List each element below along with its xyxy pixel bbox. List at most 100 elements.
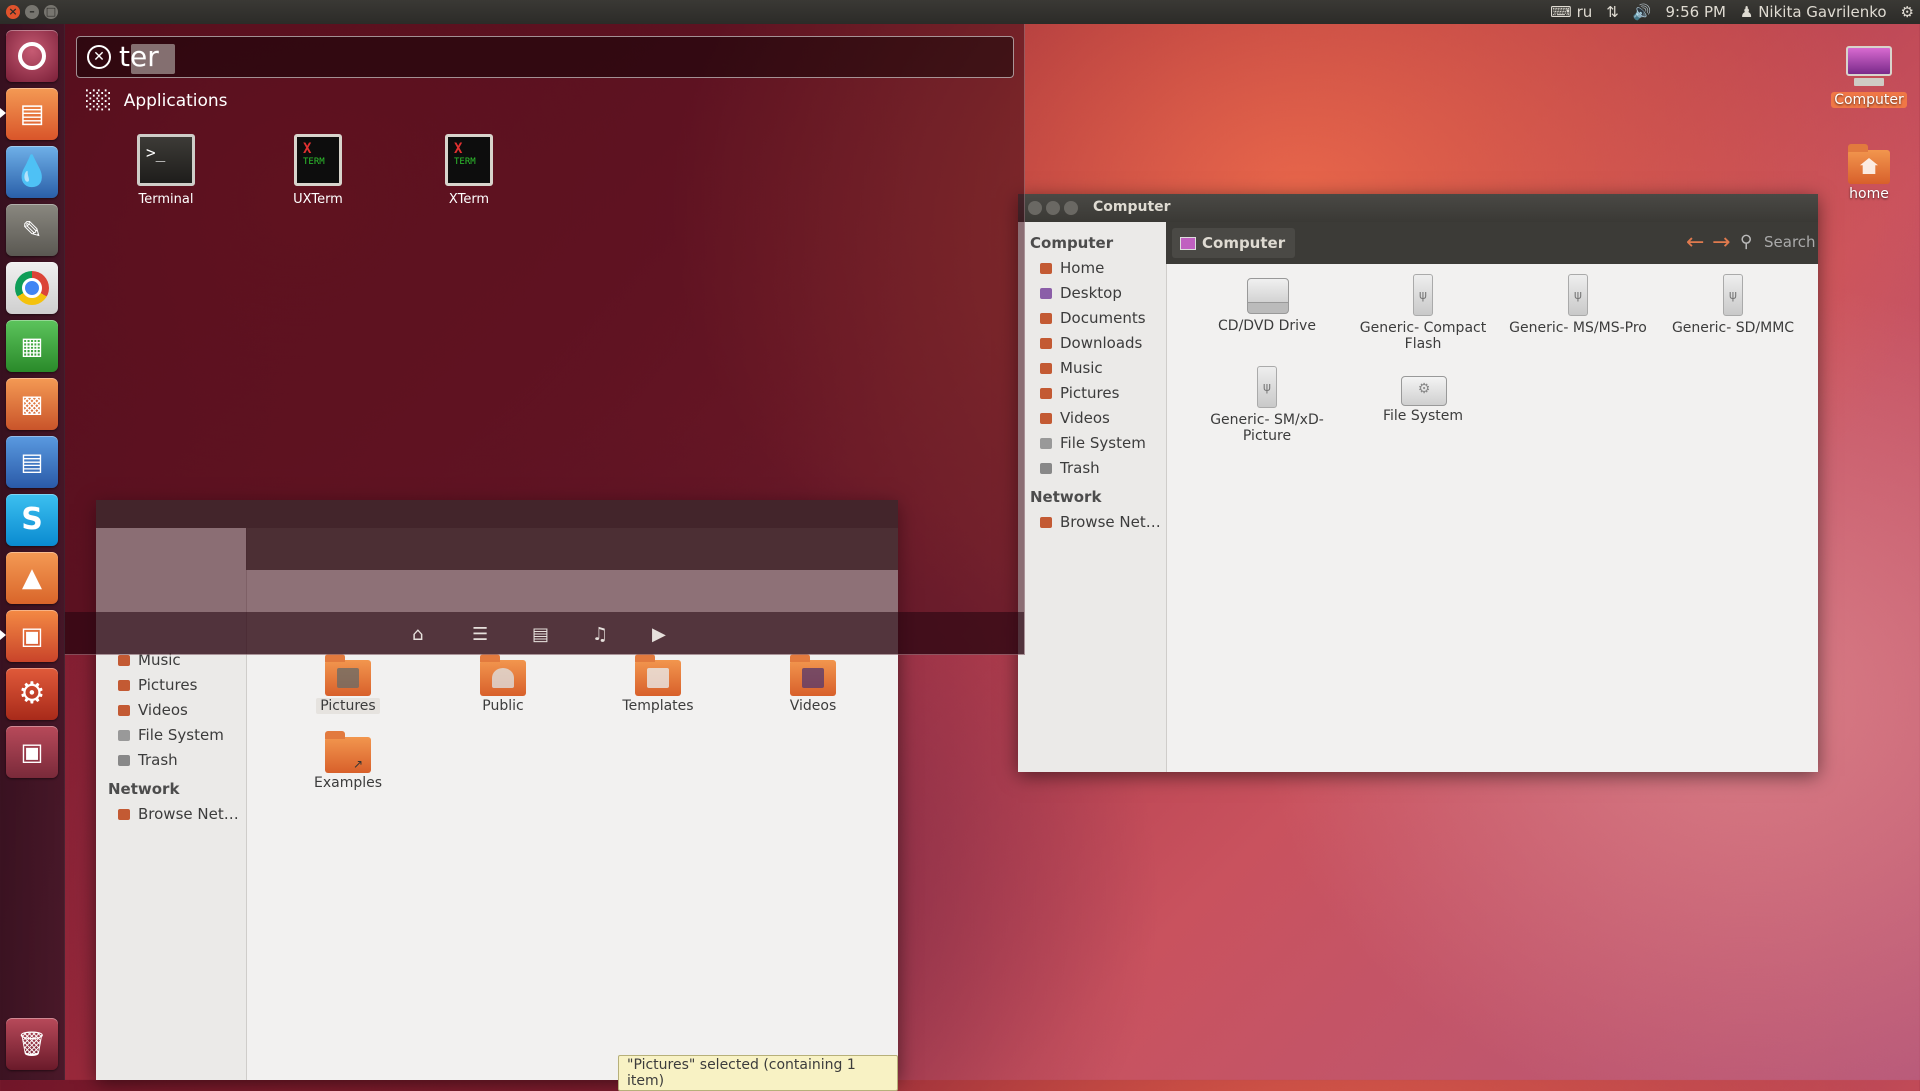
sidebar-item-label: File System bbox=[1060, 434, 1146, 452]
network-icon[interactable]: ⇅ bbox=[1606, 3, 1619, 21]
launcher-item-skype[interactable]: S bbox=[6, 494, 58, 546]
computer-item-sd-mmc[interactable]: ψ Generic- SD/MMC bbox=[1658, 274, 1808, 336]
keyboard-indicator[interactable]: ⌨ ru bbox=[1550, 3, 1592, 21]
volume-icon[interactable]: 🔊 bbox=[1633, 3, 1652, 21]
close-window-button[interactable]: × bbox=[6, 5, 20, 19]
files-lens-icon[interactable]: ▤ bbox=[532, 624, 549, 645]
minimize-window-button[interactable]: – bbox=[25, 5, 39, 19]
launcher-item-chrome[interactable] bbox=[6, 262, 58, 314]
dash-result-label: Terminal bbox=[138, 192, 194, 207]
launcher-item-workspaces[interactable]: ▣ bbox=[6, 726, 58, 778]
user-indicator[interactable]: ♟ Nikita Gavrilenko bbox=[1740, 3, 1887, 21]
pictures-icon bbox=[118, 680, 130, 691]
examples-folder-icon: ↗ bbox=[325, 731, 371, 773]
clear-search-icon[interactable]: ✕ bbox=[87, 45, 111, 69]
sidebar-item-documents[interactable]: Documents bbox=[1018, 306, 1166, 331]
sidebar-item-music[interactable]: Music bbox=[1018, 356, 1166, 381]
sidebar-item-downloads[interactable]: Downloads bbox=[1018, 331, 1166, 356]
launcher-item-impress[interactable]: ▩ bbox=[6, 378, 58, 430]
sidebar-item-label: Browse Net… bbox=[138, 805, 239, 823]
home-item-videos[interactable]: Videos bbox=[738, 654, 888, 714]
sidebar-item-label: Videos bbox=[138, 701, 188, 719]
launcher-item-gimp[interactable]: ✎ bbox=[6, 204, 58, 256]
gear-icon[interactable]: ⚙ bbox=[1901, 3, 1914, 21]
dash-result-terminal[interactable]: >_ Terminal bbox=[106, 134, 226, 207]
sidebar-item-browse-network[interactable]: Browse Net… bbox=[96, 802, 246, 827]
home-item-pictures[interactable]: Pictures bbox=[273, 654, 423, 714]
location-label: Computer bbox=[1202, 234, 1286, 252]
sidebar-item-file-system[interactable]: File System bbox=[1018, 431, 1166, 456]
desktop-icon-computer[interactable]: Computer bbox=[1824, 46, 1914, 108]
video-lens-icon[interactable]: ▶ bbox=[652, 624, 666, 645]
sidebar-item-browse-network[interactable]: Browse Net… bbox=[1018, 510, 1166, 535]
launcher-item-software-center[interactable]: ▣ bbox=[6, 610, 58, 662]
launcher-item-vlc[interactable]: ▲ bbox=[6, 552, 58, 604]
home-item-templates[interactable]: Templates bbox=[583, 654, 733, 714]
computer-sidebar: Computer Home Desktop Documents Download… bbox=[1018, 222, 1167, 772]
sidebar-item-pictures[interactable]: Pictures bbox=[1018, 381, 1166, 406]
pictures-folder-icon bbox=[325, 654, 371, 696]
spreadsheet-icon: ▦ bbox=[20, 332, 44, 360]
forward-arrow-icon[interactable]: → bbox=[1712, 230, 1730, 255]
home-item-label: Pictures bbox=[316, 698, 380, 714]
launcher-item-writer[interactable]: ▤ bbox=[6, 436, 58, 488]
dash: ✕ ░░ Applications >_ Terminal XTERM UXTe… bbox=[64, 24, 1025, 655]
dash-result-xterm[interactable]: X TERM XTerm bbox=[409, 134, 529, 207]
videos-icon bbox=[118, 705, 130, 716]
sidebar-item-file-system[interactable]: File System bbox=[96, 723, 246, 748]
launcher-item-trash[interactable]: 🗑 bbox=[6, 1018, 58, 1070]
home-item-label: Examples bbox=[313, 775, 383, 791]
computer-item-sm-xd[interactable]: ψ Generic- SM/xD-Picture bbox=[1192, 366, 1342, 444]
dash-result-uxterm[interactable]: X TERM UXTerm bbox=[258, 134, 378, 207]
sidebar-item-videos[interactable]: Videos bbox=[96, 698, 246, 723]
dash-search-input[interactable] bbox=[119, 41, 979, 71]
sidebar-item-trash[interactable]: Trash bbox=[96, 748, 246, 773]
sidebar-item-videos[interactable]: Videos bbox=[1018, 406, 1166, 431]
dash-search-box[interactable]: ✕ bbox=[76, 36, 1014, 78]
sidebar-header-network: Network bbox=[108, 780, 180, 798]
computer-item-file-system[interactable]: ⚙ File System bbox=[1348, 366, 1498, 424]
usb-icon: ψ bbox=[1257, 366, 1277, 408]
pictures-icon bbox=[1040, 388, 1052, 399]
close-icon[interactable] bbox=[1028, 201, 1042, 215]
minimize-icon[interactable] bbox=[1046, 201, 1060, 215]
desktop-icon-home[interactable]: home bbox=[1824, 144, 1914, 202]
sidebar-item-trash[interactable]: Trash bbox=[1018, 456, 1166, 481]
ubuntu-logo-icon bbox=[18, 42, 46, 70]
settings-icon: ⚙ bbox=[18, 676, 46, 711]
home-item-public[interactable]: Public bbox=[428, 654, 578, 714]
sidebar-item-pictures[interactable]: Pictures bbox=[96, 673, 246, 698]
folder-icon: ▤ bbox=[19, 99, 45, 129]
keyboard-icon: ⌨ bbox=[1550, 3, 1572, 21]
computer-item-label: Generic- Compact Flash bbox=[1359, 320, 1487, 352]
sidebar-item-home[interactable]: Home bbox=[1018, 256, 1166, 281]
workspace-icon: ▣ bbox=[20, 738, 44, 766]
user-name: Nikita Gavrilenko bbox=[1758, 3, 1887, 21]
pip bbox=[0, 108, 6, 118]
pip bbox=[0, 630, 6, 640]
home-lens-icon[interactable]: ⌂ bbox=[412, 624, 423, 645]
computer-item-ms-pro[interactable]: ψ Generic- MS/MS-Pro bbox=[1503, 274, 1653, 336]
sidebar-item-desktop[interactable]: Desktop bbox=[1018, 281, 1166, 306]
computer-item-cd-drive[interactable]: CD/DVD Drive bbox=[1192, 274, 1342, 334]
launcher-item-dash[interactable] bbox=[6, 30, 58, 82]
launcher-item-files[interactable]: ▤ bbox=[6, 88, 58, 140]
computer-window: Computer Computer Home Desktop Documents… bbox=[1018, 194, 1818, 772]
clock[interactable]: 9:56 PM bbox=[1666, 3, 1726, 21]
back-arrow-icon[interactable]: ← bbox=[1686, 230, 1704, 255]
home-item-examples[interactable]: ↗ Examples bbox=[273, 731, 423, 791]
computer-item-compact-flash[interactable]: ψ Generic- Compact Flash bbox=[1348, 274, 1498, 352]
applications-lens-icon[interactable]: ☰ bbox=[472, 624, 488, 645]
search-label[interactable]: Search bbox=[1764, 233, 1816, 251]
dash-category-header[interactable]: ░░ Applications bbox=[86, 90, 228, 111]
launcher-item-calc[interactable]: ▦ bbox=[6, 320, 58, 372]
location-button[interactable]: Computer bbox=[1172, 228, 1296, 258]
maximize-window-button[interactable]: □ bbox=[44, 5, 58, 19]
search-icon[interactable]: ⚲ bbox=[1740, 232, 1752, 252]
launcher-item-settings[interactable]: ⚙ bbox=[6, 668, 58, 720]
trash-icon bbox=[118, 755, 130, 766]
music-lens-icon[interactable]: ♫ bbox=[592, 624, 608, 645]
launcher-item-drop[interactable]: 💧 bbox=[6, 146, 58, 198]
maximize-icon[interactable] bbox=[1064, 201, 1078, 215]
computer-window-titlebar[interactable]: Computer bbox=[1018, 194, 1818, 222]
